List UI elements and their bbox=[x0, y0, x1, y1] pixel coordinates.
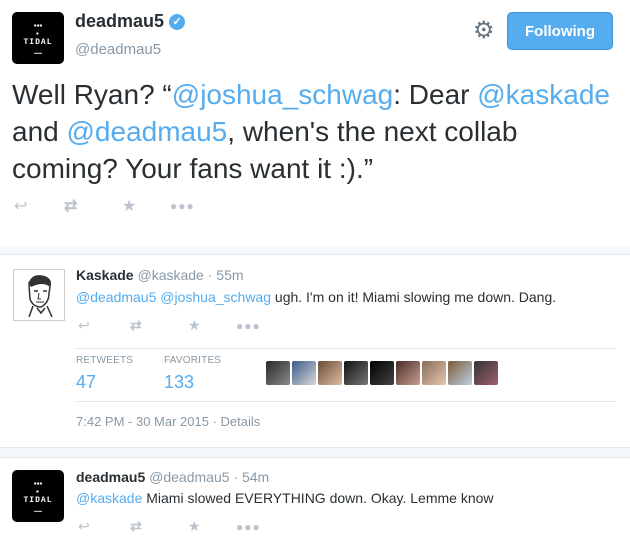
favorites-stat[interactable]: FAVORITES 133 bbox=[164, 355, 221, 393]
more-icon[interactable]: ●●● bbox=[236, 520, 261, 534]
reply-author-handle[interactable]: @deadmau5 bbox=[149, 469, 229, 485]
tweet-text-part: Well Ryan? “ bbox=[12, 79, 172, 110]
reply-text: @deadmau5 @joshua_schwag ugh. I'm on it!… bbox=[76, 289, 556, 305]
user-avatar[interactable] bbox=[292, 361, 316, 385]
mention-link[interactable]: @joshua_schwag bbox=[172, 79, 393, 110]
favoriters-avatars bbox=[266, 361, 500, 385]
main-tweet: ▪▪▪ ▪ TIDAL ▬▬ deadmau5 ✓ @deadmau5 ⚙ Fol… bbox=[0, 0, 630, 246]
tweet-stats: RETWEETS 47 FAVORITES 133 bbox=[76, 348, 616, 402]
avatar-sublabel-icon: ▬▬ bbox=[34, 49, 42, 55]
star-icon[interactable]: ★ bbox=[188, 518, 236, 535]
retweet-icon[interactable]: ⇄ bbox=[130, 317, 188, 334]
avatar-label: TIDAL bbox=[23, 495, 53, 505]
timestamp-text[interactable]: 7:42 PM - 30 Mar 2015 bbox=[76, 414, 209, 429]
user-avatar[interactable] bbox=[448, 361, 472, 385]
retweet-icon[interactable]: ⇄ bbox=[130, 518, 188, 535]
mention-link[interactable]: @kaskade bbox=[477, 79, 610, 110]
reply-actions: ↩ ⇄ ★ ●●● bbox=[78, 518, 261, 535]
star-icon[interactable]: ★ bbox=[188, 317, 236, 334]
tweet-text-part: and bbox=[12, 116, 67, 147]
user-avatar[interactable] bbox=[422, 361, 446, 385]
tidal-logo-icon: ▪▪▪ ▪ bbox=[33, 478, 43, 496]
retweets-stat[interactable]: RETWEETS 47 bbox=[76, 355, 133, 393]
tweet-text: Well Ryan? “@joshua_schwag: Dear @kaskad… bbox=[12, 76, 612, 187]
following-button[interactable]: Following bbox=[507, 12, 613, 50]
mention-link[interactable]: @deadmau5 bbox=[76, 289, 156, 305]
reply-header: deadmau5 @deadmau5 · 54m bbox=[76, 469, 269, 485]
reply-text-body: ugh. I'm on it! Miami slowing me down. D… bbox=[271, 289, 557, 305]
retweet-icon[interactable]: ⇄ bbox=[64, 196, 122, 216]
user-avatar[interactable] bbox=[344, 361, 368, 385]
reply-tweet: ▪▪▪ ▪ TIDAL ▬▬ deadmau5 @deadmau5 · 54m … bbox=[0, 457, 630, 549]
reply-header: Kaskade @kaskade · 55m bbox=[76, 267, 244, 283]
more-icon[interactable]: ●●● bbox=[236, 319, 261, 333]
reply-author-name[interactable]: Kaskade bbox=[76, 267, 134, 283]
reply-actions: ↩ ⇄ ★ ●●● bbox=[78, 317, 261, 334]
mention-link[interactable]: @kaskade bbox=[76, 490, 142, 506]
avatar-sublabel-icon: ▬▬ bbox=[34, 507, 42, 513]
reply-text-body: Miami slowed EVERYTHING down. Okay. Lemm… bbox=[142, 490, 494, 506]
reply-icon[interactable]: ↩ bbox=[78, 317, 130, 334]
retweets-label: RETWEETS bbox=[76, 355, 134, 366]
avatar-label: TIDAL bbox=[23, 37, 53, 47]
user-avatar[interactable] bbox=[370, 361, 394, 385]
user-avatar[interactable] bbox=[318, 361, 342, 385]
star-icon[interactable]: ★ bbox=[122, 196, 170, 216]
reply-tweet: Kaskade @kaskade · 55m @deadmau5 @joshua… bbox=[0, 254, 630, 448]
reply-icon[interactable]: ↩ bbox=[14, 196, 64, 216]
author-name[interactable]: deadmau5 ✓ bbox=[75, 11, 186, 32]
retweets-count: 47 bbox=[76, 372, 97, 392]
tidal-logo-icon: ▪▪▪ ▪ bbox=[33, 20, 43, 38]
details-link[interactable]: · Details bbox=[213, 414, 261, 429]
user-avatar[interactable] bbox=[266, 361, 290, 385]
favorites-count: 133 bbox=[164, 372, 195, 392]
verified-badge-icon: ✓ bbox=[169, 14, 186, 30]
face-sketch-icon bbox=[28, 275, 53, 317]
user-avatar[interactable] bbox=[396, 361, 420, 385]
reply-author-handle[interactable]: @kaskade bbox=[137, 267, 203, 283]
tweet-text-part: : Dear bbox=[393, 79, 478, 110]
reply-icon[interactable]: ↩ bbox=[78, 518, 130, 535]
author-name-text: deadmau5 bbox=[75, 11, 165, 31]
tweet-actions: ↩ ⇄ ★ ●●● bbox=[14, 196, 195, 216]
mention-link[interactable]: @joshua_schwag bbox=[160, 289, 271, 305]
kaskade-avatar[interactable] bbox=[13, 269, 65, 321]
author-avatar[interactable]: ▪▪▪ ▪ TIDAL ▬▬ bbox=[12, 12, 64, 64]
reply-time[interactable]: · 55m bbox=[208, 267, 244, 283]
user-avatar[interactable] bbox=[474, 361, 498, 385]
reply-time[interactable]: · 54m bbox=[233, 469, 269, 485]
replies-area: Kaskade @kaskade · 55m @deadmau5 @joshua… bbox=[0, 246, 630, 549]
mention-link[interactable]: @deadmau5 bbox=[67, 116, 228, 147]
more-icon[interactable]: ●●● bbox=[170, 199, 195, 213]
reply-author-name[interactable]: deadmau5 bbox=[76, 469, 145, 485]
author-avatar[interactable]: ▪▪▪ ▪ TIDAL ▬▬ bbox=[12, 470, 64, 522]
reply-text: @kaskade Miami slowed EVERYTHING down. O… bbox=[76, 490, 494, 506]
favorites-label: FAVORITES bbox=[164, 355, 222, 366]
author-handle[interactable]: @deadmau5 bbox=[75, 41, 161, 58]
tweet-timestamp: 7:42 PM - 30 Mar 2015 · Details bbox=[76, 414, 260, 429]
gear-icon[interactable]: ⚙ bbox=[473, 19, 495, 43]
